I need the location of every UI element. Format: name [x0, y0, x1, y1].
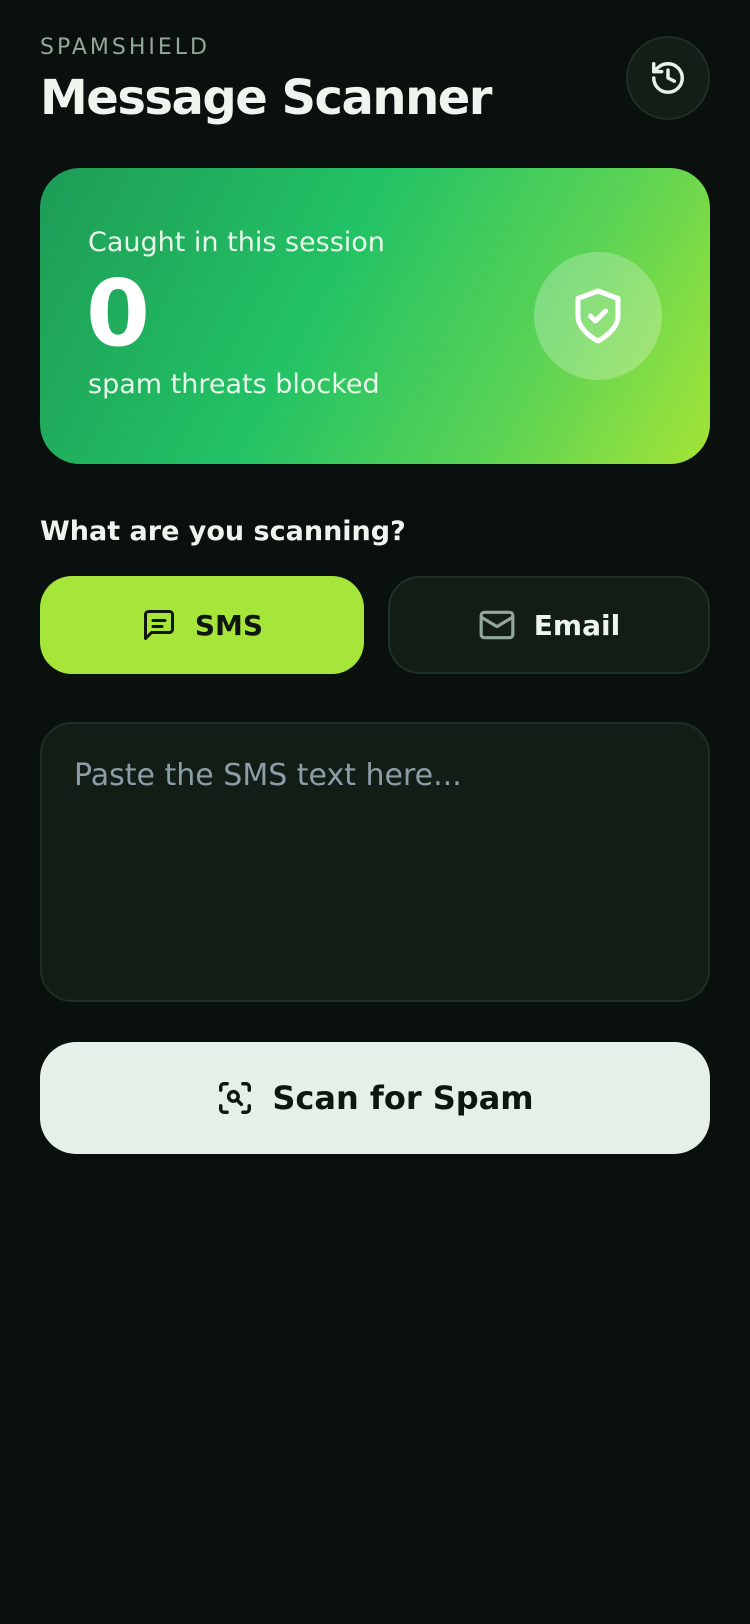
- spam-count: 0: [86, 260, 151, 367]
- scan-type-label: What are you scanning?: [40, 516, 406, 547]
- tab-email-label: Email: [533, 608, 621, 642]
- brand-label: SPAMSHIELD: [40, 35, 210, 60]
- scan-search-icon: [216, 1079, 254, 1117]
- scan-button-label: Scan for Spam: [272, 1079, 534, 1117]
- tab-sms-label: SMS: [194, 608, 264, 642]
- message-square-icon: [141, 607, 177, 643]
- message-input-container: [40, 722, 710, 1002]
- stats-sublabel: spam threats blocked: [88, 369, 380, 400]
- session-stats-card: Caught in this session 0 spam threats bl…: [40, 168, 710, 464]
- history-icon: [649, 59, 687, 97]
- history-button[interactable]: [626, 36, 710, 120]
- stats-label: Caught in this session: [88, 227, 385, 258]
- shield-badge: [534, 252, 662, 380]
- scan-button[interactable]: Scan for Spam: [40, 1042, 710, 1154]
- tab-sms[interactable]: SMS: [40, 576, 364, 674]
- shield-check-icon: [568, 286, 628, 346]
- tab-email[interactable]: Email: [388, 576, 710, 674]
- message-input[interactable]: [74, 758, 674, 968]
- page-title: Message Scanner: [40, 70, 492, 126]
- mail-icon: [478, 606, 516, 644]
- header: SPAMSHIELD Message Scanner: [40, 34, 710, 134]
